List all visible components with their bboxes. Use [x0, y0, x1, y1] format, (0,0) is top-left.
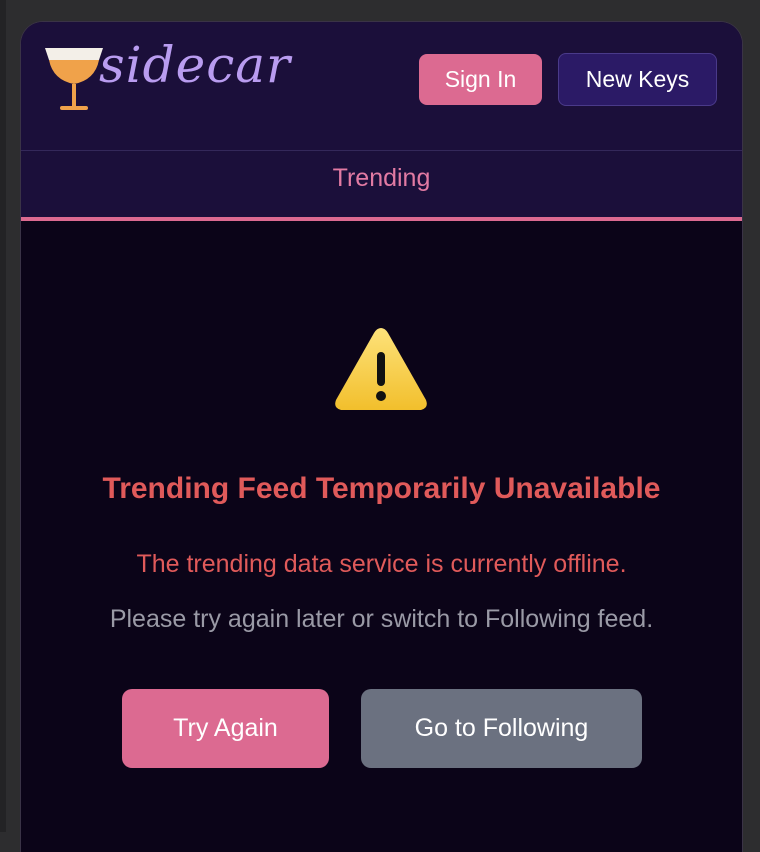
header: sidecar Sign In New Keys [21, 22, 742, 151]
tab-trending[interactable]: Trending [21, 151, 742, 205]
window-edge [0, 0, 6, 832]
try-again-button[interactable]: Try Again [122, 689, 329, 768]
error-message: The trending data service is currently o… [136, 550, 627, 578]
cocktail-glass-icon [45, 48, 103, 110]
app-window: sidecar Sign In New Keys Trending Trendi… [21, 22, 742, 852]
error-title: Trending Feed Temporarily Unavailable [102, 472, 661, 505]
go-to-following-button[interactable]: Go to Following [361, 689, 642, 768]
feed-tabbar: Trending [21, 151, 742, 221]
new-keys-button[interactable]: New Keys [558, 53, 717, 106]
warning-icon [335, 328, 427, 410]
logo-wordmark: sidecar [99, 36, 291, 94]
sign-in-button[interactable]: Sign In [419, 54, 542, 105]
error-hint: Please try again later or switch to Foll… [109, 605, 654, 633]
